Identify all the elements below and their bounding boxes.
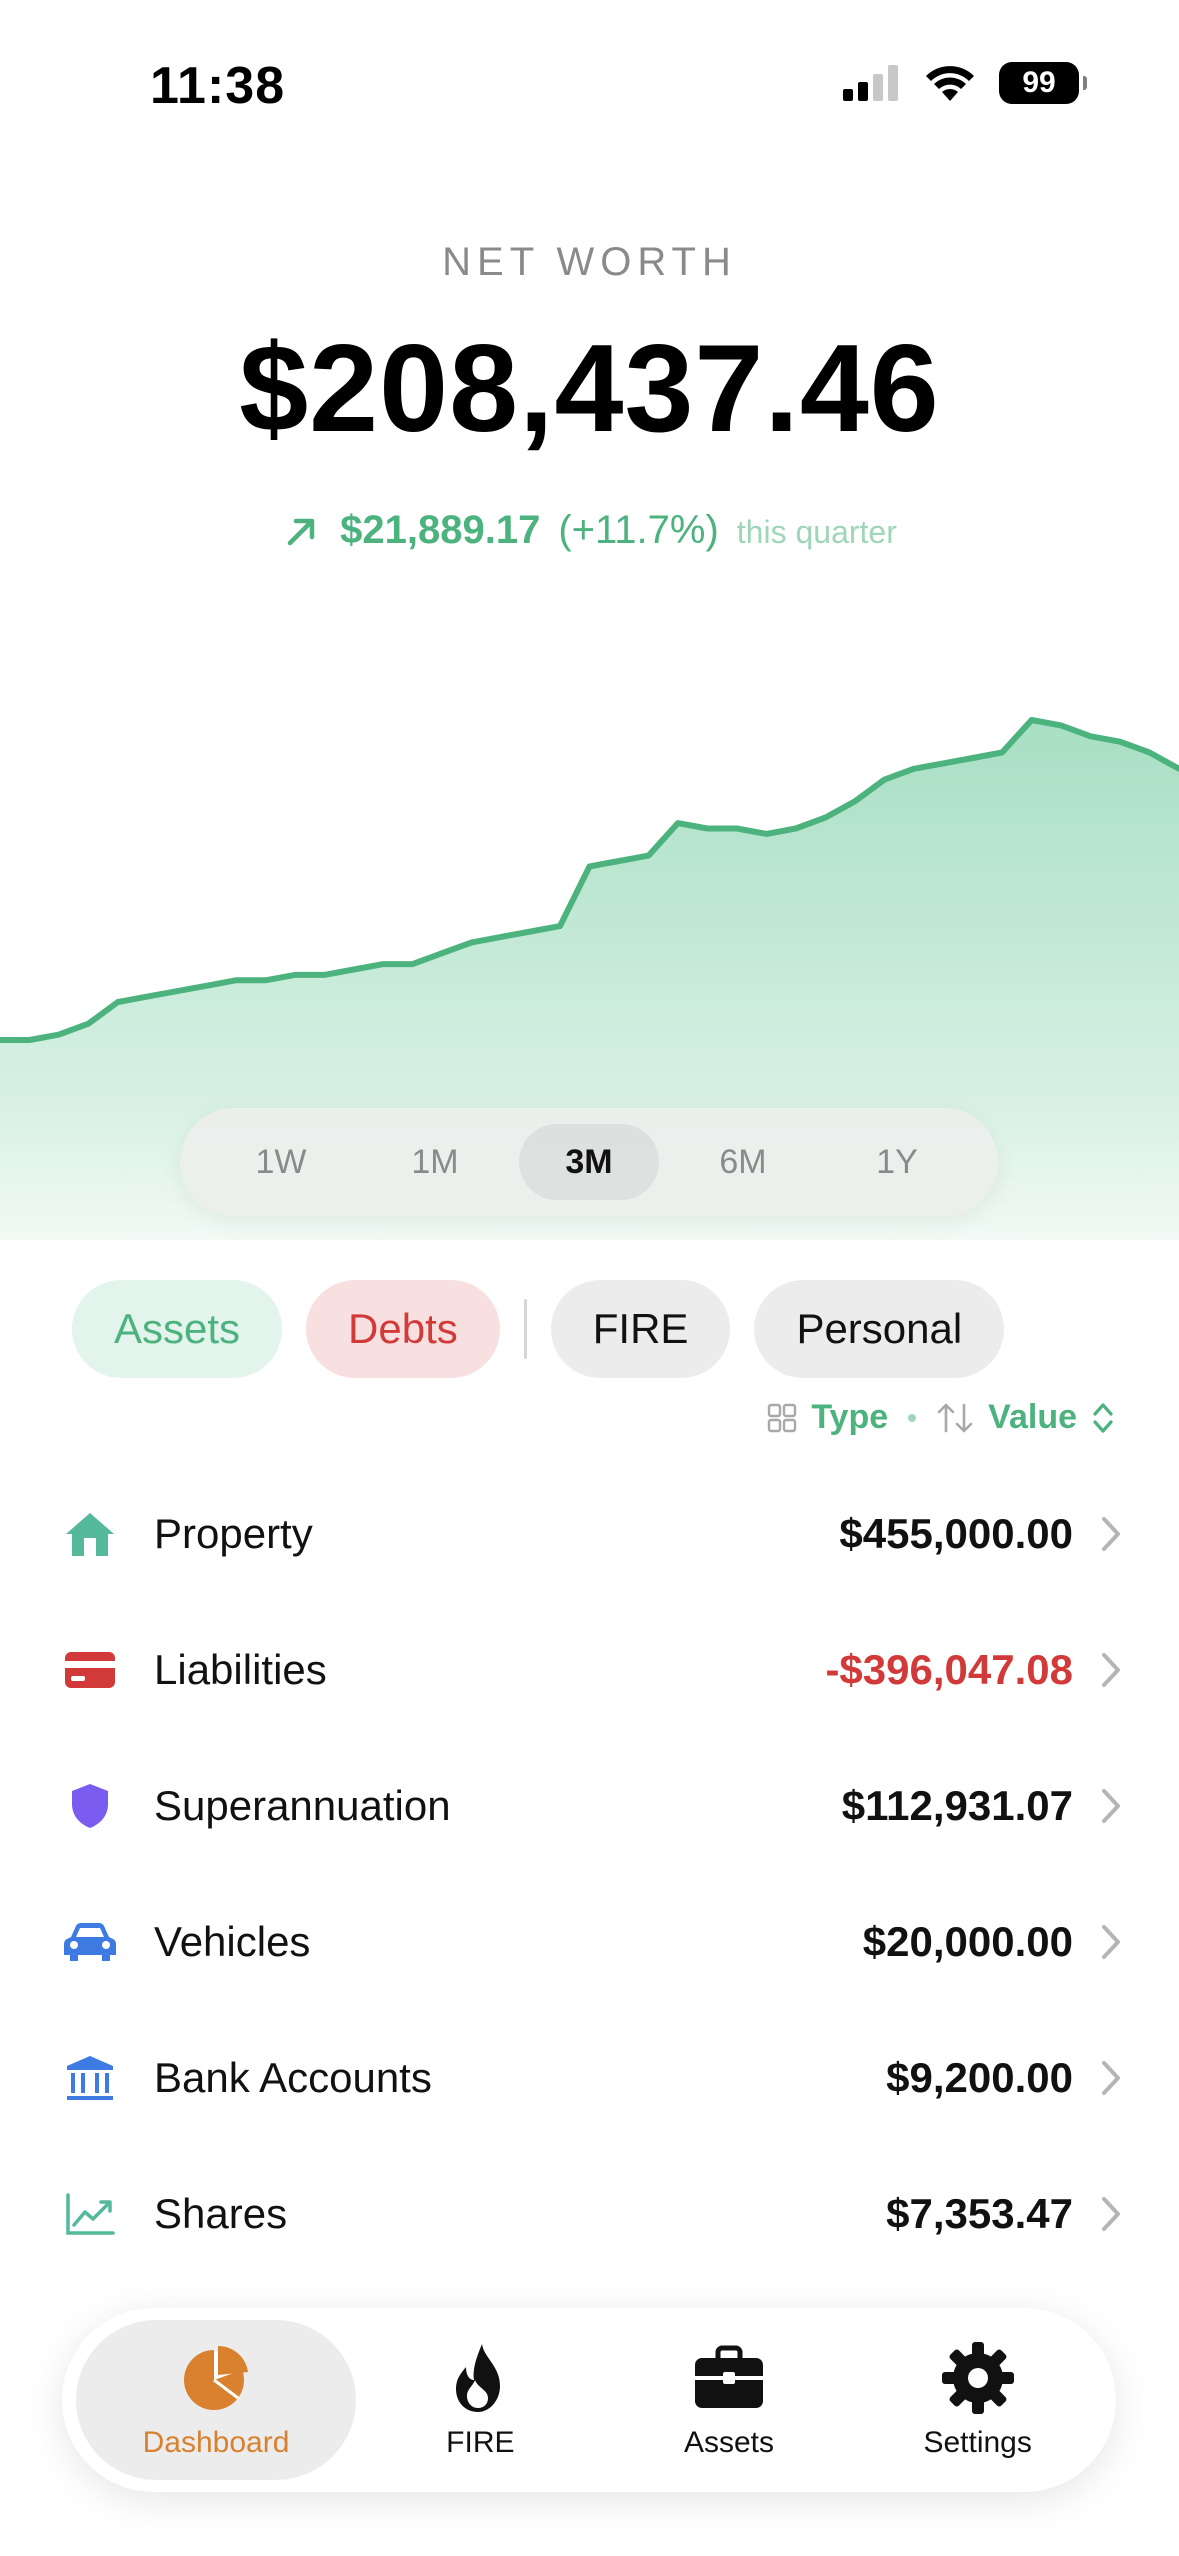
category-value: $20,000.00 (862, 1918, 1073, 1965)
chevron-right-icon (1102, 2061, 1120, 2095)
battery-indicator: 99 (999, 62, 1087, 104)
bank-icon (67, 2056, 113, 2100)
tab-settings[interactable]: Settings (853, 2320, 1102, 2480)
category-value: $112,931.07 (841, 1782, 1073, 1829)
cellular-signal-icon (843, 65, 898, 101)
category-label: Bank Accounts (154, 2054, 432, 2101)
house-icon (66, 1513, 114, 1556)
net-worth-value: $208,437.46 (239, 320, 940, 458)
arrow-up-right-icon (287, 518, 315, 545)
tab-label: Settings (923, 2426, 1032, 2459)
chip-divider (523, 1299, 527, 1359)
category-row-superannuation[interactable]: Superannuation $112,931.07 (0, 1738, 1179, 1874)
net-worth-label: NET WORTH (442, 240, 737, 284)
category-value: -$396,047.08 (825, 1646, 1073, 1693)
status-icons: 99 (843, 62, 1087, 104)
category-row-liabilities[interactable]: Liabilities -$396,047.08 (0, 1602, 1179, 1738)
grid-icon (768, 1403, 797, 1432)
status-time: 11:38 (150, 57, 286, 115)
tab-label: FIRE (446, 2426, 515, 2459)
chevron-right-icon (1102, 1653, 1120, 1687)
car-icon (64, 1923, 116, 1961)
pie-chart-icon (184, 2345, 248, 2410)
category-row-vehicles[interactable]: Vehicles $20,000.00 (0, 1874, 1179, 2010)
change-amount: $21,889.17 (340, 508, 541, 552)
tab-bar: Dashboard FIRE Assets Settings (62, 2308, 1116, 2492)
flame-icon (456, 2344, 501, 2412)
status-bar: 11:38 99 (0, 0, 1179, 160)
briefcase-icon (695, 2345, 763, 2408)
shield-icon (72, 1784, 108, 1828)
chart-line-icon (66, 2193, 115, 2235)
category-label: Shares (154, 2190, 288, 2237)
category-row-property[interactable]: Property $455,000.00 (0, 1466, 1179, 1602)
chevron-right-icon (1102, 1789, 1120, 1823)
net-worth-change: $21,889.17 (+11.7%) this quarter (0, 508, 1179, 553)
category-label: Liabilities (154, 1646, 327, 1693)
category-label: Vehicles (154, 1918, 311, 1965)
filter-fire-chip[interactable]: FIRE (550, 1280, 731, 1378)
category-value: $7,353.47 (886, 2190, 1073, 2237)
tab-label: Assets (683, 2426, 775, 2459)
wifi-icon (926, 66, 974, 101)
chevron-right-icon (1102, 1517, 1120, 1551)
filter-personal-chip[interactable]: Personal (754, 1280, 1005, 1378)
category-label: Superannuation (154, 1782, 451, 1829)
range-option-6m[interactable]: 6M (673, 1124, 813, 1200)
category-row-bank-accounts[interactable]: Bank Accounts $9,200.00 (0, 2010, 1179, 2146)
change-period: this quarter (736, 514, 897, 550)
sort-controls: Type Value (767, 1398, 1115, 1437)
chevron-right-icon (1102, 2197, 1120, 2231)
range-option-1w[interactable]: 1W (211, 1124, 351, 1200)
filter-assets-chip[interactable]: Assets (72, 1280, 283, 1378)
category-value: $9,200.00 (886, 2054, 1073, 2101)
range-option-3m[interactable]: 3M (519, 1124, 659, 1200)
chevron-up-down-icon[interactable] (1091, 1400, 1115, 1436)
change-percent: (+11.7%) (558, 508, 719, 552)
category-list: Property $455,000.00 Liabilities -$396,0… (0, 1466, 1179, 2282)
range-option-1y[interactable]: 1Y (827, 1124, 967, 1200)
tab-dashboard[interactable]: Dashboard (76, 2320, 356, 2480)
group-by-type-button[interactable]: Type (811, 1398, 888, 1437)
category-value: $455,000.00 (839, 1510, 1073, 1557)
credit-card-icon (65, 1652, 115, 1688)
sort-by-value-button[interactable]: Value (988, 1398, 1077, 1437)
chevron-right-icon (1102, 1925, 1120, 1959)
tab-fire[interactable]: FIRE (356, 2320, 605, 2480)
filter-chips: Assets Debts FIRE Personal (72, 1280, 1005, 1378)
range-option-1m[interactable]: 1M (365, 1124, 505, 1200)
tab-label: Dashboard (142, 2426, 290, 2459)
range-selector: 1W 1M 3M 6M 1Y (180, 1108, 998, 1216)
sort-separator-dot (908, 1413, 917, 1422)
gear-icon (941, 2342, 1014, 2414)
tab-assets[interactable]: Assets (605, 2320, 854, 2480)
category-label: Property (154, 1510, 313, 1557)
filter-debts-chip[interactable]: Debts (306, 1280, 500, 1378)
sort-arrows-icon (937, 1403, 973, 1432)
